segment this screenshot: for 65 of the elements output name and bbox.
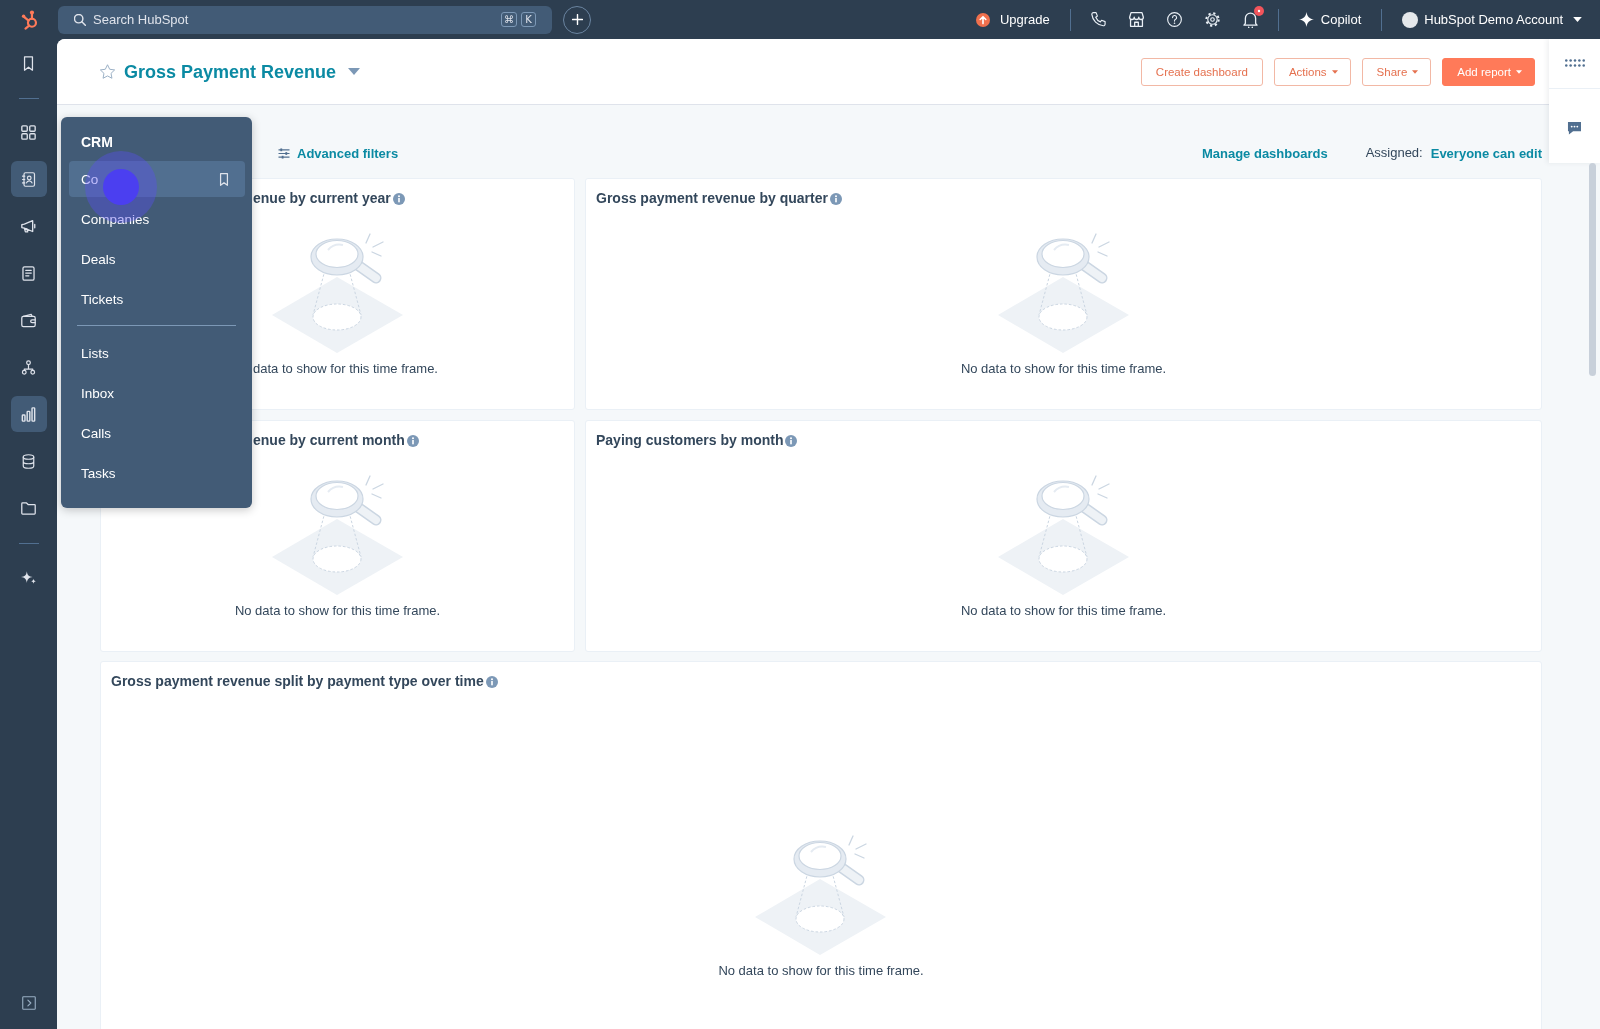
shortcut-key: K	[521, 11, 536, 27]
dashboard-title: Gross Payment Revenue	[124, 60, 337, 84]
bookmark-icon[interactable]	[219, 172, 229, 186]
info-icon[interactable]	[392, 193, 405, 205]
assigned-label: Assigned:	[1365, 144, 1423, 162]
account-menu[interactable]: HubSpot Demo Account	[1402, 5, 1582, 34]
info-icon[interactable]	[829, 193, 842, 205]
expand-icon[interactable]	[21, 996, 36, 1010]
shortcut-key: ⌘	[501, 11, 517, 27]
phone-icon[interactable]	[1090, 12, 1106, 27]
bell-icon[interactable]	[1242, 11, 1258, 28]
chat-icon[interactable]	[1567, 121, 1582, 135]
card-title: enue by current year	[253, 190, 391, 207]
scrollbar-thumb[interactable]	[1589, 163, 1596, 376]
grid-icon	[21, 124, 36, 140]
sparkle-icon	[1298, 12, 1314, 27]
sidebar-item[interactable]	[10, 396, 47, 432]
menu-item[interactable]: Tickets	[69, 281, 245, 317]
contact-card-icon	[21, 171, 36, 187]
dots-grid-icon[interactable]	[1564, 59, 1585, 67]
document-icon	[21, 265, 36, 281]
storefront-icon[interactable]	[1128, 12, 1144, 27]
advanced-filters-link[interactable]: Advanced filters	[278, 143, 399, 163]
menu-item[interactable]: Calls	[69, 415, 245, 451]
database-icon	[21, 453, 36, 469]
empty-state-message: No data to show for this time frame.	[234, 603, 441, 619]
empty-state-message: data to show for this time frame.	[253, 361, 438, 377]
card-title: Gross payment revenue by quarter	[596, 190, 828, 207]
caret-icon[interactable]	[348, 68, 361, 75]
manage-dashboards-link[interactable]: Manage dashboards	[1201, 143, 1328, 163]
card-title: enue by current month	[253, 432, 405, 449]
copilot-button[interactable]: Copilot	[1298, 5, 1362, 34]
settings-icon[interactable]	[1204, 12, 1220, 27]
empty-state-message: No data to show for this time frame.	[960, 603, 1167, 619]
bar-chart-icon	[21, 406, 36, 422]
empty-state-message: No data to show for this time frame.	[960, 361, 1167, 377]
upgrade-button[interactable]: Upgrade	[975, 5, 1050, 34]
megaphone-icon	[21, 218, 36, 234]
wallet-icon	[21, 312, 36, 328]
info-icon[interactable]	[406, 435, 419, 447]
menu-item[interactable]: Companies	[69, 201, 245, 237]
help-icon[interactable]	[1166, 12, 1182, 27]
card-title: Paying customers by month	[596, 432, 784, 449]
sliders-icon	[278, 147, 290, 159]
sidebar-item[interactable]	[10, 161, 47, 197]
bookmark-icon	[21, 55, 36, 71]
caret-icon	[1573, 17, 1582, 22]
info-icon[interactable]	[785, 435, 798, 447]
menu-item[interactable]: Inbox	[69, 375, 245, 411]
menu-item[interactable]: Deals	[69, 241, 245, 277]
logo-icon[interactable]	[19, 9, 38, 30]
card-title: Gross payment revenue split by payment type over time	[111, 673, 484, 690]
assigned-value-link[interactable]: Everyone can edit	[1430, 143, 1542, 163]
arrow-up-icon	[975, 12, 990, 27]
avatar-icon	[1402, 11, 1419, 28]
hierarchy-icon	[21, 359, 36, 375]
info-icon[interactable]	[485, 676, 498, 688]
empty-state-message: No data to show for this time frame.	[718, 963, 924, 979]
plus-icon	[571, 14, 583, 25]
search-icon	[74, 13, 86, 26]
star-icon[interactable]	[100, 64, 115, 79]
menu-heading: CRM	[80, 133, 114, 151]
folder-icon	[21, 500, 36, 516]
menu-item[interactable]: Lists	[69, 335, 245, 371]
menu-item[interactable]: Tasks	[69, 455, 245, 491]
